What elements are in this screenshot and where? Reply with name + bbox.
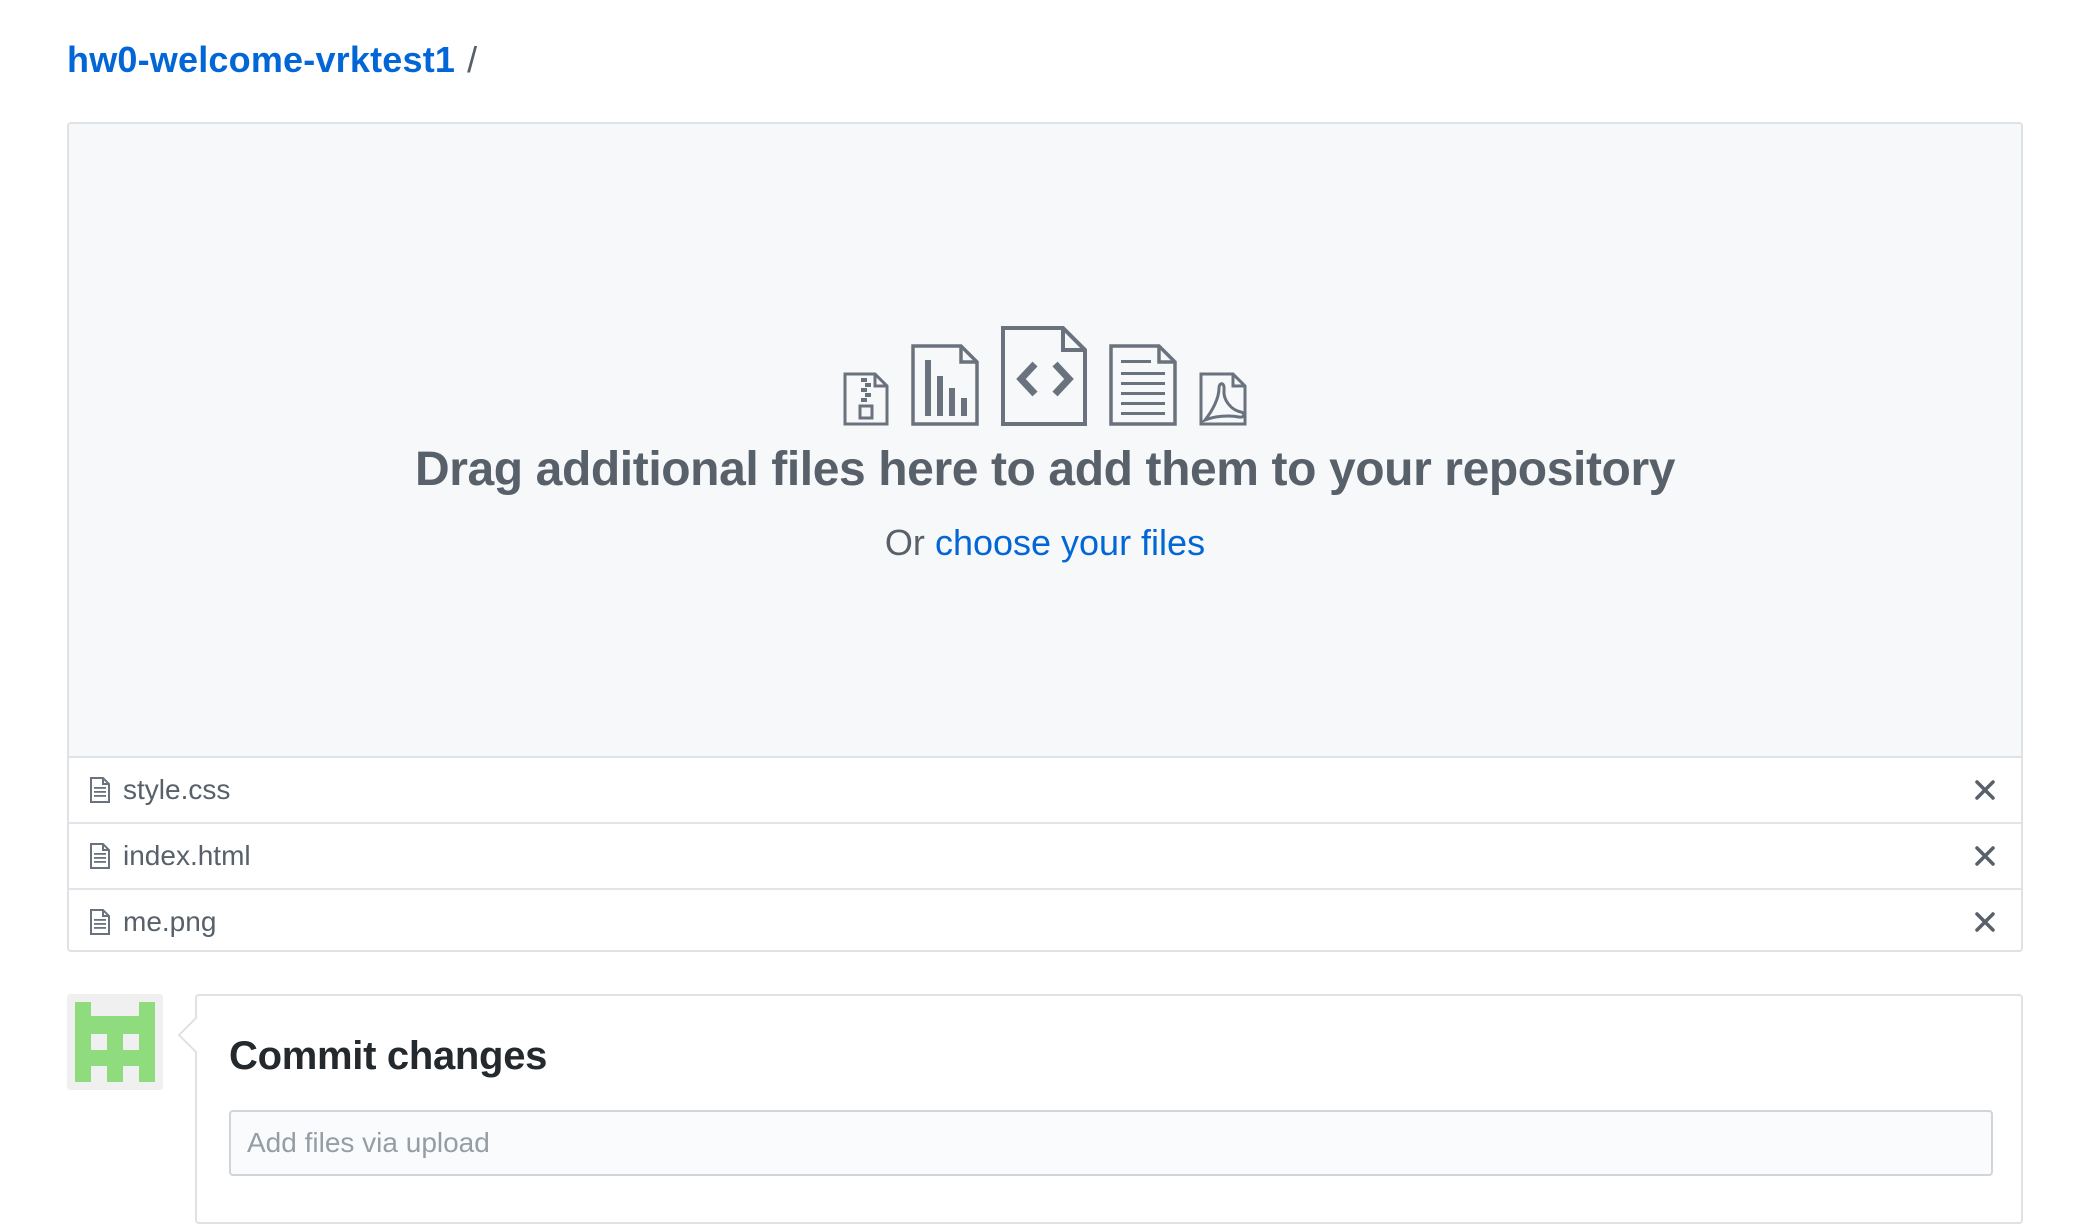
choose-files-link[interactable]: choose your files (935, 522, 1205, 563)
dropzone-subtitle: Or choose your files (69, 522, 2021, 564)
avatar[interactable] (67, 994, 163, 1090)
file-zip-icon (843, 372, 889, 426)
breadcrumb-separator: / (467, 39, 478, 80)
upload-box: Drag additional files here to add them t… (67, 122, 2023, 952)
file-code-icon (1001, 326, 1087, 426)
file-text-icon (1109, 344, 1177, 426)
remove-file-icon[interactable] (1967, 904, 2003, 940)
list-item: index.html (69, 824, 2021, 890)
repo-name-link[interactable]: hw0-welcome-vrktest1 (67, 38, 455, 82)
remove-file-icon[interactable] (1967, 838, 2003, 874)
remove-file-icon[interactable] (1967, 772, 2003, 808)
list-item: style.css (69, 758, 2021, 824)
file-name: me.png (123, 906, 217, 937)
commit-form: Commit changes (177, 994, 2023, 1224)
file-pdf-icon (1199, 372, 1247, 426)
file-name: index.html (123, 840, 251, 871)
commit-title: Commit changes (229, 1034, 548, 1078)
file-icon (89, 842, 111, 870)
file-dropzone[interactable]: Drag additional files here to add them t… (69, 124, 2021, 758)
commit-summary-input[interactable] (229, 1110, 1993, 1176)
file-icon (89, 908, 111, 936)
file-chart-icon (911, 344, 979, 426)
file-name: style.css (123, 774, 231, 805)
commit-form-caret (177, 1016, 215, 1054)
breadcrumb: hw0-welcome-vrktest1 / (67, 38, 477, 82)
file-type-icons (69, 324, 2021, 428)
file-icon (89, 776, 111, 804)
uploaded-file-list: style.css index.html me.png (69, 758, 2021, 950)
list-item: me.png (69, 890, 2021, 950)
dropzone-subtitle-prefix: Or (884, 522, 925, 563)
dropzone-title: Drag additional files here to add them t… (414, 443, 1676, 496)
